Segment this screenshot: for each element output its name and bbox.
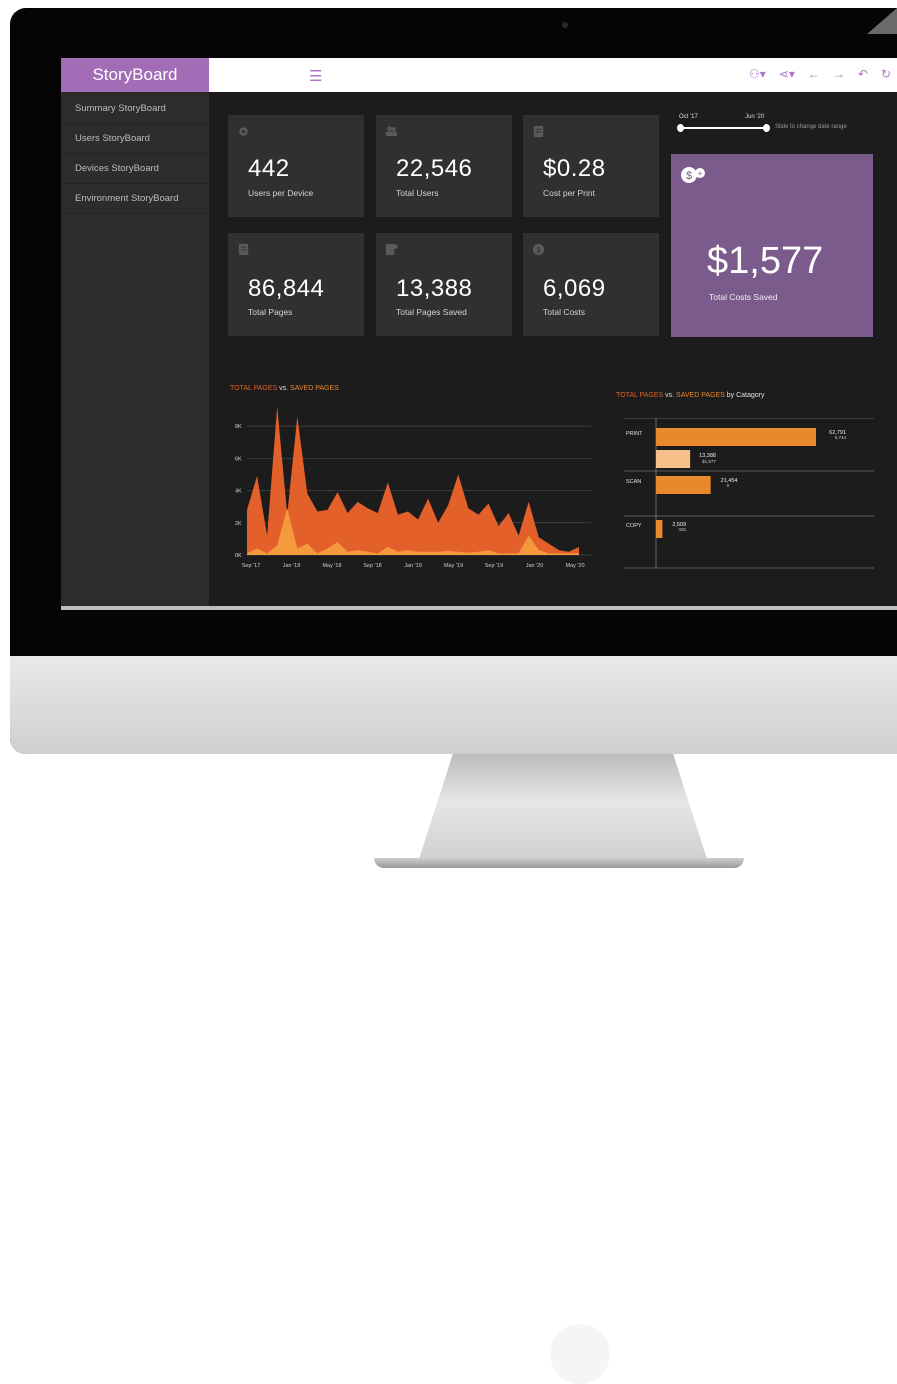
horizontal-scrollbar[interactable] [61,606,897,610]
y-tick-label: 0K [235,553,242,559]
refresh-icon[interactable]: ↻ [881,67,891,81]
sidebar: Summary StoryBoard Users StoryBoard Devi… [61,92,209,610]
range-start-label: Oct '17 [679,114,698,120]
sidebar-item-summary[interactable]: Summary StoryBoard [61,94,209,124]
bar-saved-pages [656,450,691,468]
kpi-value: 442 [248,155,290,182]
y-tick-label: 8K [235,424,242,430]
category-label: PRINT [626,431,643,437]
hamburger-icon[interactable]: ☰ [309,67,322,85]
title-saved-pages: SAVED PAGES [676,392,725,399]
date-range-slider[interactable]: Oct '17 Jun '20 Slide to change date ran… [677,114,877,144]
kpi-value: 13,388 [396,275,473,302]
area-chart-title: TOTAL PAGES vs. SAVED PAGES [230,385,339,392]
x-tick-label: Jan '18 [283,563,301,569]
x-tick-label: May '19 [444,563,463,569]
gear-icon [239,127,248,136]
bar-total-pages [656,520,663,538]
toolbar: ⚇▾ ⋖▾ ← → ↶ ↻ [749,67,891,81]
kpi-value: 86,844 [248,275,325,302]
back-arrow-icon[interactable]: ← [808,67,820,81]
document-saved-icon [385,243,398,256]
kpi-label: Users per Device [248,188,314,198]
x-tick-label: Jan '20 [526,563,544,569]
range-end-handle[interactable] [763,124,770,132]
highlight-label: Total Costs Saved [709,292,778,302]
brand-logo[interactable]: StoryBoard [61,58,209,92]
range-hint: Slide to change date range [775,124,847,130]
bar-sub-label: $1,577 [702,459,716,464]
forward-arrow-icon[interactable]: → [833,67,845,81]
users-icon [385,126,398,137]
kpi-card-total-pages: 86,844 Total Pages [228,233,364,336]
range-start-handle[interactable] [677,124,684,132]
svg-text:+: + [698,169,703,178]
kpi-card-cost-per-print: $0.28 Cost per Print [523,115,659,217]
dollar-icon: $ [532,243,545,256]
kpi-label: Cost per Print [543,188,595,198]
kpi-value: $0.28 [543,155,606,182]
monitor-stand [418,754,708,862]
apple-logo-icon [550,1324,610,1384]
sidebar-item-environment[interactable]: Environment StoryBoard [61,184,209,214]
bar-chart: PRINTSCANCOPY62,7915,74421,45402,5093251… [624,418,874,569]
share-icon[interactable]: ⋖▾ [779,67,795,81]
app-screen: StoryBoard ☰ ⚇▾ ⋖▾ ← → ↶ ↻ Summary Story… [61,58,897,610]
series-total-pages-area [247,406,579,555]
monitor-chin [10,656,897,1384]
document-icon [238,243,249,256]
kpi-card-total-costs-saved: $ + $1,577 Total Costs Saved [671,154,873,337]
y-tick-label: 4K [235,489,242,495]
title-vs: vs. [663,392,677,399]
title-total-pages: TOTAL PAGES [230,385,278,392]
x-tick-label: Sep '17 [242,563,260,569]
kpi-card-total-costs: $ 6,069 Total Costs [523,233,659,336]
highlight-value: $1,577 [707,240,824,282]
x-tick-label: May '18 [322,563,341,569]
y-tick-label: 2K [235,521,242,527]
bar-total-pages [656,476,711,494]
x-tick-label: Sep '19 [485,563,503,569]
title-saved-pages: SAVED PAGES [290,385,339,392]
category-label: SCAN [626,479,641,485]
kpi-card-total-pages-saved: 13,388 Total Pages Saved [376,233,512,336]
y-tick-label: 6K [235,456,242,462]
x-tick-label: May '20 [565,563,584,569]
title-by-category: by Catagory [724,392,765,399]
title-vs: vs. [277,385,291,392]
kpi-value: 22,546 [396,155,473,182]
kpi-label: Total Pages [248,307,293,317]
x-tick-label: Sep '18 [363,563,381,569]
dollar-plus-icon: $ + [681,167,705,183]
bar-sub-label: 5,744 [835,435,847,440]
user-dropdown-icon[interactable]: ⚇▾ [749,67,766,81]
title-total-pages: TOTAL PAGES [616,392,664,399]
kpi-label: Total Users [396,188,439,198]
range-track[interactable] [679,127,767,129]
svg-text:$: $ [536,245,540,254]
top-bar: StoryBoard ☰ ⚇▾ ⋖▾ ← → ↶ ↻ [61,58,897,92]
kpi-card-users-per-device: 442 Users per Device [228,115,364,217]
svg-text:$: $ [686,170,692,182]
bar-sub-label: 325 [678,527,686,532]
sidebar-item-devices[interactable]: Devices StoryBoard [61,154,209,184]
undo-icon[interactable]: ↶ [858,67,868,81]
sidebar-item-users[interactable]: Users StoryBoard [61,124,209,154]
kpi-value: 6,069 [543,275,606,302]
kpi-label: Total Costs [543,307,586,317]
bar-total-pages [656,428,816,446]
bar-chart-title: TOTAL PAGES vs. SAVED PAGES by Catagory [616,392,765,399]
area-chart: 0K 2K 4K 6K 8K Sep '17 Jan '18 May '18 Sep '18 Ja… [235,406,591,569]
range-end-label: Jun '20 [745,114,765,120]
monitor-base [374,858,744,868]
receipt-icon [533,125,544,138]
kpi-label: Total Pages Saved [396,307,467,317]
kpi-card-total-users: 22,546 Total Users [376,115,512,217]
x-tick-label: Jan '19 [404,563,422,569]
camera-dot [562,22,568,28]
category-label: COPY [626,523,642,529]
